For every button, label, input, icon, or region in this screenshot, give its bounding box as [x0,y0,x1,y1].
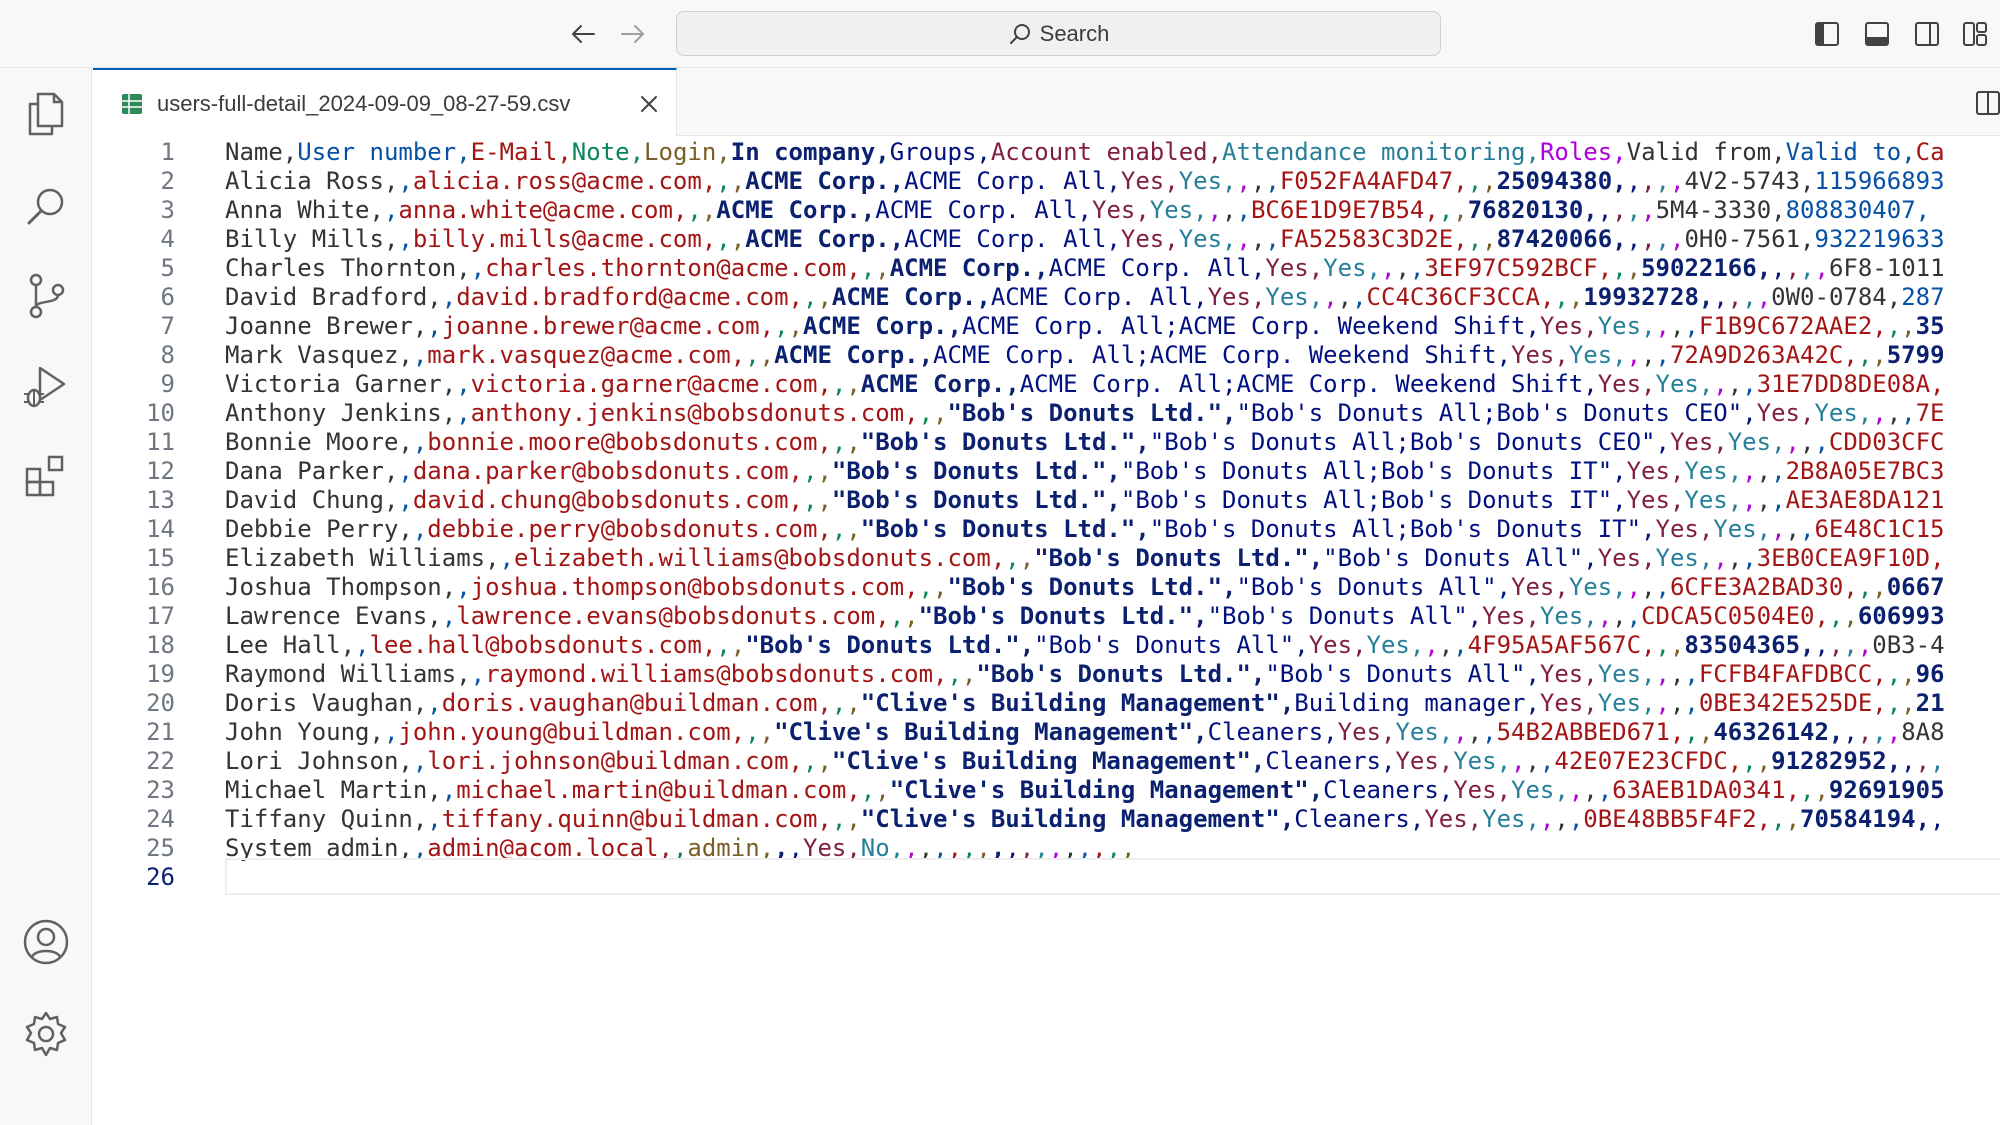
source-control-icon[interactable] [18,268,74,324]
toggle-secondary-sidebar-icon[interactable] [1910,17,1944,51]
explorer-icon[interactable] [18,86,74,142]
activity-bar [0,68,92,1125]
accounts-icon[interactable] [18,914,74,970]
toggle-primary-sidebar-icon[interactable] [1810,17,1844,51]
line-number: 26 [146,862,175,891]
close-icon[interactable] [635,90,663,118]
csv-file-icon [122,93,142,114]
code-editor[interactable]: 1 Name,User number,E-Mail,Note,Login,In c… [93,137,2000,1125]
toggle-panel-icon[interactable] [1860,17,1894,51]
settings-gear-icon[interactable] [18,1006,74,1062]
tab-title: users-full-detail_2024-09-09_08-27-59.cs… [157,90,571,116]
editor-line[interactable]: 26 [93,858,2000,895]
extensions-icon[interactable] [18,448,74,504]
search-view-icon[interactable] [18,178,74,234]
back-arrow-icon[interactable] [566,17,600,51]
tab-users-csv[interactable]: users-full-detail_2024-09-09_08-27-59.cs… [93,68,677,137]
current-line-highlight [225,858,2000,895]
forward-arrow-icon[interactable] [616,17,650,51]
command-center-search[interactable]: Search [676,11,1441,56]
title-bar: Search [0,0,2000,68]
run-and-debug-icon[interactable] [18,358,74,414]
editor-tab-bar: users-full-detail_2024-09-09_08-27-59.cs… [93,68,2000,137]
split-editor-icon[interactable] [1973,88,2000,118]
customize-layout-icon[interactable] [1958,17,1992,51]
search-icon [1009,23,1030,44]
search-label: Search [1039,20,1110,46]
